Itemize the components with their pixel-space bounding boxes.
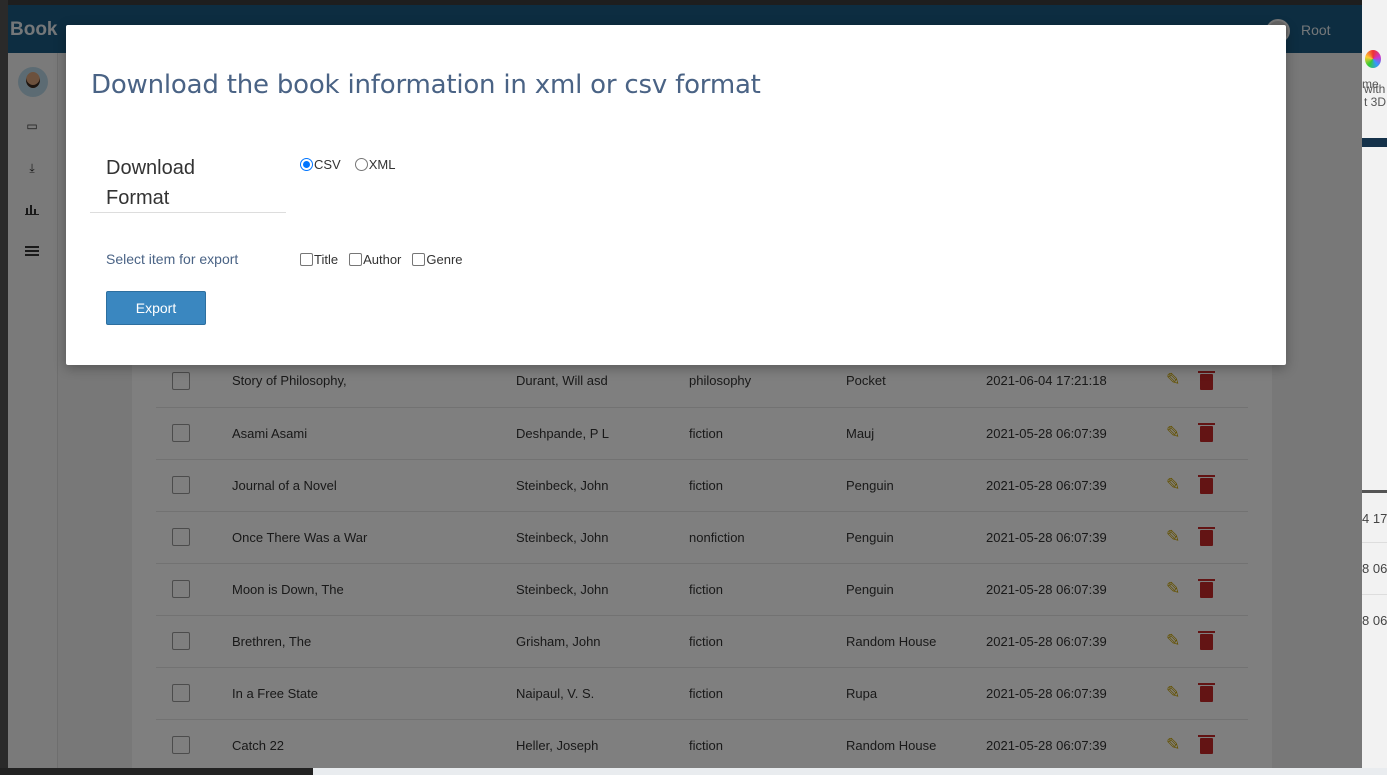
- bg-row: 4 17:: [1362, 490, 1387, 542]
- paint-3d-icon: [1365, 50, 1381, 68]
- checkbox-genre[interactable]: [412, 253, 426, 266]
- download-format-label: Download Format: [106, 153, 256, 213]
- bg-row: 8 06:: [1362, 542, 1387, 594]
- background-window: me with t 3D 4 17: 8 06: 8 06:: [1362, 0, 1387, 775]
- checkbox-title-label[interactable]: Title: [314, 252, 338, 267]
- bg-date: 4 17:: [1362, 511, 1387, 526]
- export-modal: Download the book information in xml or …: [66, 25, 1286, 365]
- radio-csv-label[interactable]: CSV: [314, 157, 341, 172]
- radio-xml[interactable]: [354, 158, 368, 171]
- modal-title: Download the book information in xml or …: [91, 70, 761, 100]
- radio-csv[interactable]: [300, 158, 313, 171]
- format-label-line: Format: [106, 187, 170, 209]
- bg-bar: [1362, 138, 1387, 147]
- checkbox-title[interactable]: [300, 253, 313, 266]
- bg-date: 8 06:: [1362, 561, 1387, 576]
- checkbox-genre-label[interactable]: Genre: [426, 252, 462, 267]
- export-button[interactable]: Export: [106, 291, 206, 325]
- format-radio-group: CSV XML: [300, 157, 409, 172]
- bg-snippet: with: [1364, 82, 1386, 96]
- desktop-background: [0, 0, 8, 775]
- bg-row: 8 06:: [1362, 594, 1387, 646]
- background-window-bottom: [313, 768, 1387, 775]
- export-items-group: Title Author Genre: [300, 252, 474, 267]
- divider: [90, 212, 286, 213]
- bg-date: 8 06:: [1362, 613, 1387, 628]
- taskbar-strip: [0, 768, 313, 775]
- select-items-label: Select item for export: [106, 251, 239, 267]
- app-window: Book Root ▭ ⤓ Story of Philosophy,Durant…: [8, 5, 1362, 768]
- radio-xml-label[interactable]: XML: [369, 157, 396, 172]
- bg-snippet: t 3D: [1364, 95, 1387, 109]
- checkbox-author[interactable]: [349, 253, 363, 266]
- checkbox-author-label[interactable]: Author: [363, 252, 401, 267]
- format-label-line: Download: [106, 157, 195, 179]
